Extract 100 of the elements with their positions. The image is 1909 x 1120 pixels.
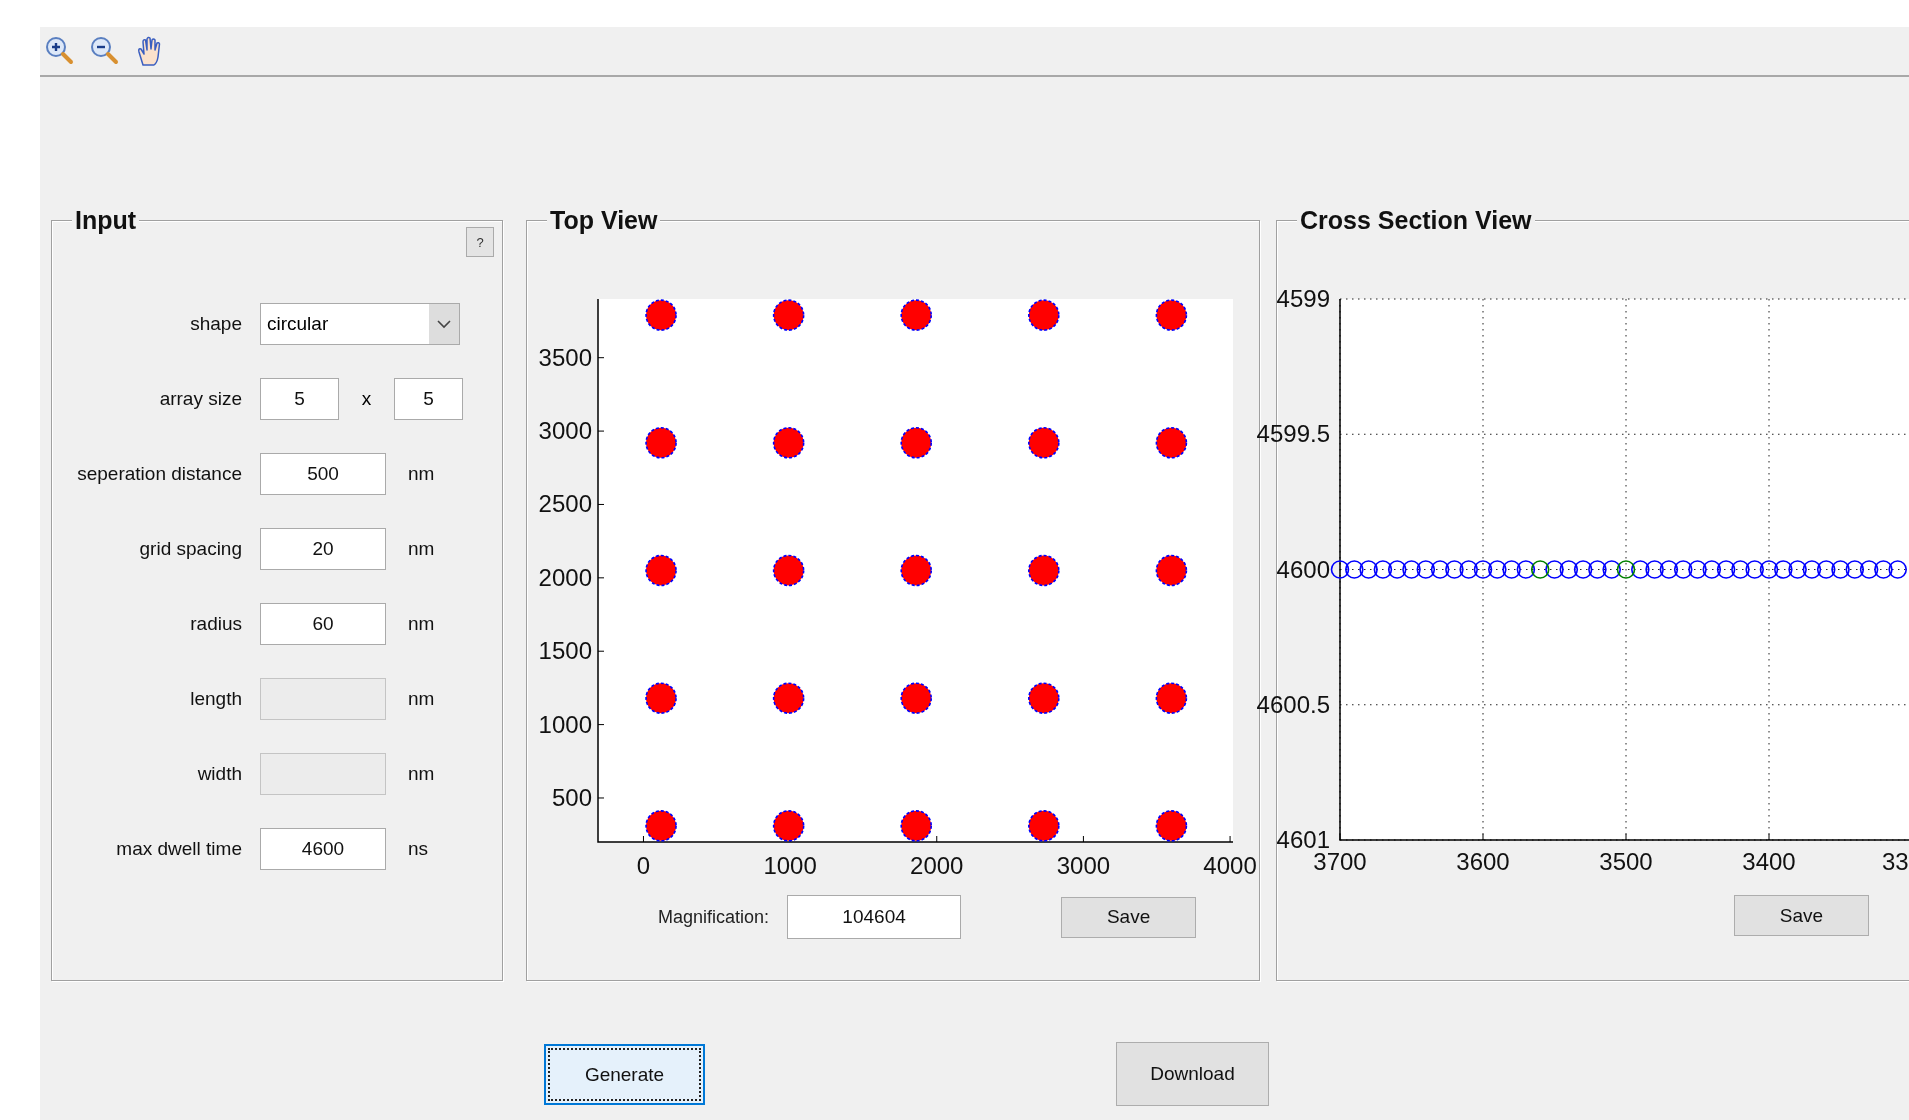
input-field[interactable]: 5 <box>394 378 463 420</box>
scatter-point <box>1028 554 1060 587</box>
unit-label: nm <box>408 613 435 635</box>
magnification-field[interactable]: 104604 <box>787 895 962 939</box>
field-label: width <box>196 763 243 785</box>
scatter-point <box>1573 560 1593 579</box>
tick-label: 4599.5 <box>1256 420 1330 448</box>
input-field[interactable]: 20 <box>260 528 386 570</box>
tick-label: 3400 <box>1742 848 1796 875</box>
scatter-point <box>645 554 677 587</box>
field-label: array size <box>158 388 243 410</box>
magnification-label: Magnification: <box>658 906 770 928</box>
scatter-point <box>900 299 933 331</box>
scatter-point <box>1155 427 1188 459</box>
tick-label: 4599 <box>1276 285 1330 312</box>
tick-label: 2000 <box>538 563 592 591</box>
tick-label: 2500 <box>538 490 592 518</box>
tick-label: 500 <box>551 783 592 811</box>
field-label: seperation distance <box>76 463 243 485</box>
zoom-in-icon[interactable] <box>44 35 76 67</box>
field-label: shape <box>189 313 243 335</box>
scatter-point <box>1459 560 1478 579</box>
scatter-point <box>1859 560 1879 579</box>
action-button[interactable]: Generate <box>544 1044 705 1105</box>
tick-label: 3000 <box>538 417 592 445</box>
scatter-point <box>772 682 805 714</box>
scatter-point <box>1502 560 1521 579</box>
scatter-point <box>1888 560 1907 579</box>
scatter-point <box>1028 299 1060 331</box>
scatter-point <box>1631 560 1650 579</box>
unit-label: nm <box>408 688 435 710</box>
input-field[interactable]: 60 <box>260 603 386 645</box>
scatter-point <box>1155 299 1188 331</box>
scatter-point <box>1616 560 1636 579</box>
tick-label: 1500 <box>538 637 592 665</box>
tick-label: 0 <box>636 852 651 879</box>
tick-label: 1000 <box>763 852 817 879</box>
scatter-point <box>1530 560 1550 579</box>
scatter-point <box>900 682 933 714</box>
scatter-point <box>1774 560 1793 579</box>
input-field[interactable]: 4600 <box>260 828 386 870</box>
scatter-point <box>1155 682 1188 714</box>
tick-label: 4600 <box>1276 555 1330 583</box>
scatter-point <box>1874 560 1893 579</box>
tick-label: 3500 <box>1599 848 1653 875</box>
tick-label: 3000 <box>1056 852 1111 879</box>
scatter-point <box>1488 560 1507 579</box>
scatter-point <box>1731 560 1750 579</box>
scatter-point <box>645 810 677 842</box>
scatter-point <box>1545 560 1564 579</box>
scatter-point <box>1028 682 1060 714</box>
tick-label: 4000 <box>1203 852 1257 879</box>
scatter-point <box>772 427 805 459</box>
tick-label: 2000 <box>910 852 964 879</box>
scatter-point <box>900 554 933 587</box>
input-field[interactable]: 5 <box>260 378 339 420</box>
tick-label: 3500 <box>538 343 592 371</box>
help-button[interactable]: ? <box>466 227 494 257</box>
field-label: radius <box>189 613 243 635</box>
scatter-point <box>1345 560 1364 579</box>
tick-label: 1000 <box>538 710 592 738</box>
scatter-point <box>1473 560 1493 579</box>
scatter-point <box>645 299 677 331</box>
scatter-point <box>645 427 677 459</box>
scatter-point <box>1155 810 1188 842</box>
scatter-point <box>1373 560 1393 579</box>
scatter-point <box>1688 560 1707 579</box>
field-label: grid spacing <box>138 538 243 560</box>
scatter-point <box>1387 560 1407 579</box>
scatter-point <box>1445 560 1464 579</box>
scatter-point <box>1416 560 1436 579</box>
scatter-point <box>1155 554 1188 587</box>
scatter-point <box>1788 560 1807 579</box>
scatter-point <box>772 554 805 587</box>
separator-text: x <box>360 388 373 410</box>
unit-label: nm <box>408 463 435 485</box>
scatter-point <box>645 682 677 714</box>
shape-dropdown[interactable]: circular <box>260 303 460 345</box>
scatter-point <box>772 810 805 842</box>
save-button[interactable]: Save <box>1734 895 1869 936</box>
scatter-point <box>772 299 805 331</box>
unit-label: nm <box>408 763 435 785</box>
scatter-point <box>1802 560 1822 579</box>
unit-label: ns <box>408 838 429 860</box>
action-button[interactable]: Download <box>1116 1042 1269 1106</box>
save-button[interactable]: Save <box>1061 896 1197 938</box>
scatter-point <box>1028 427 1060 459</box>
input-field[interactable]: 500 <box>260 453 386 495</box>
scatter-point <box>1673 560 1693 579</box>
zoom-out-icon[interactable] <box>89 35 121 67</box>
scatter-point <box>900 427 933 459</box>
tick-label: 4600.5 <box>1256 690 1330 718</box>
field-label: length <box>189 688 243 710</box>
scatter-point <box>1359 560 1378 579</box>
scatter-point <box>1716 560 1736 579</box>
scatter-point <box>1430 560 1450 579</box>
scatter-point <box>1559 560 1579 579</box>
scatter-point <box>1588 560 1607 579</box>
tick-label: 3600 <box>1456 848 1510 875</box>
scatter-point <box>1659 560 1679 579</box>
